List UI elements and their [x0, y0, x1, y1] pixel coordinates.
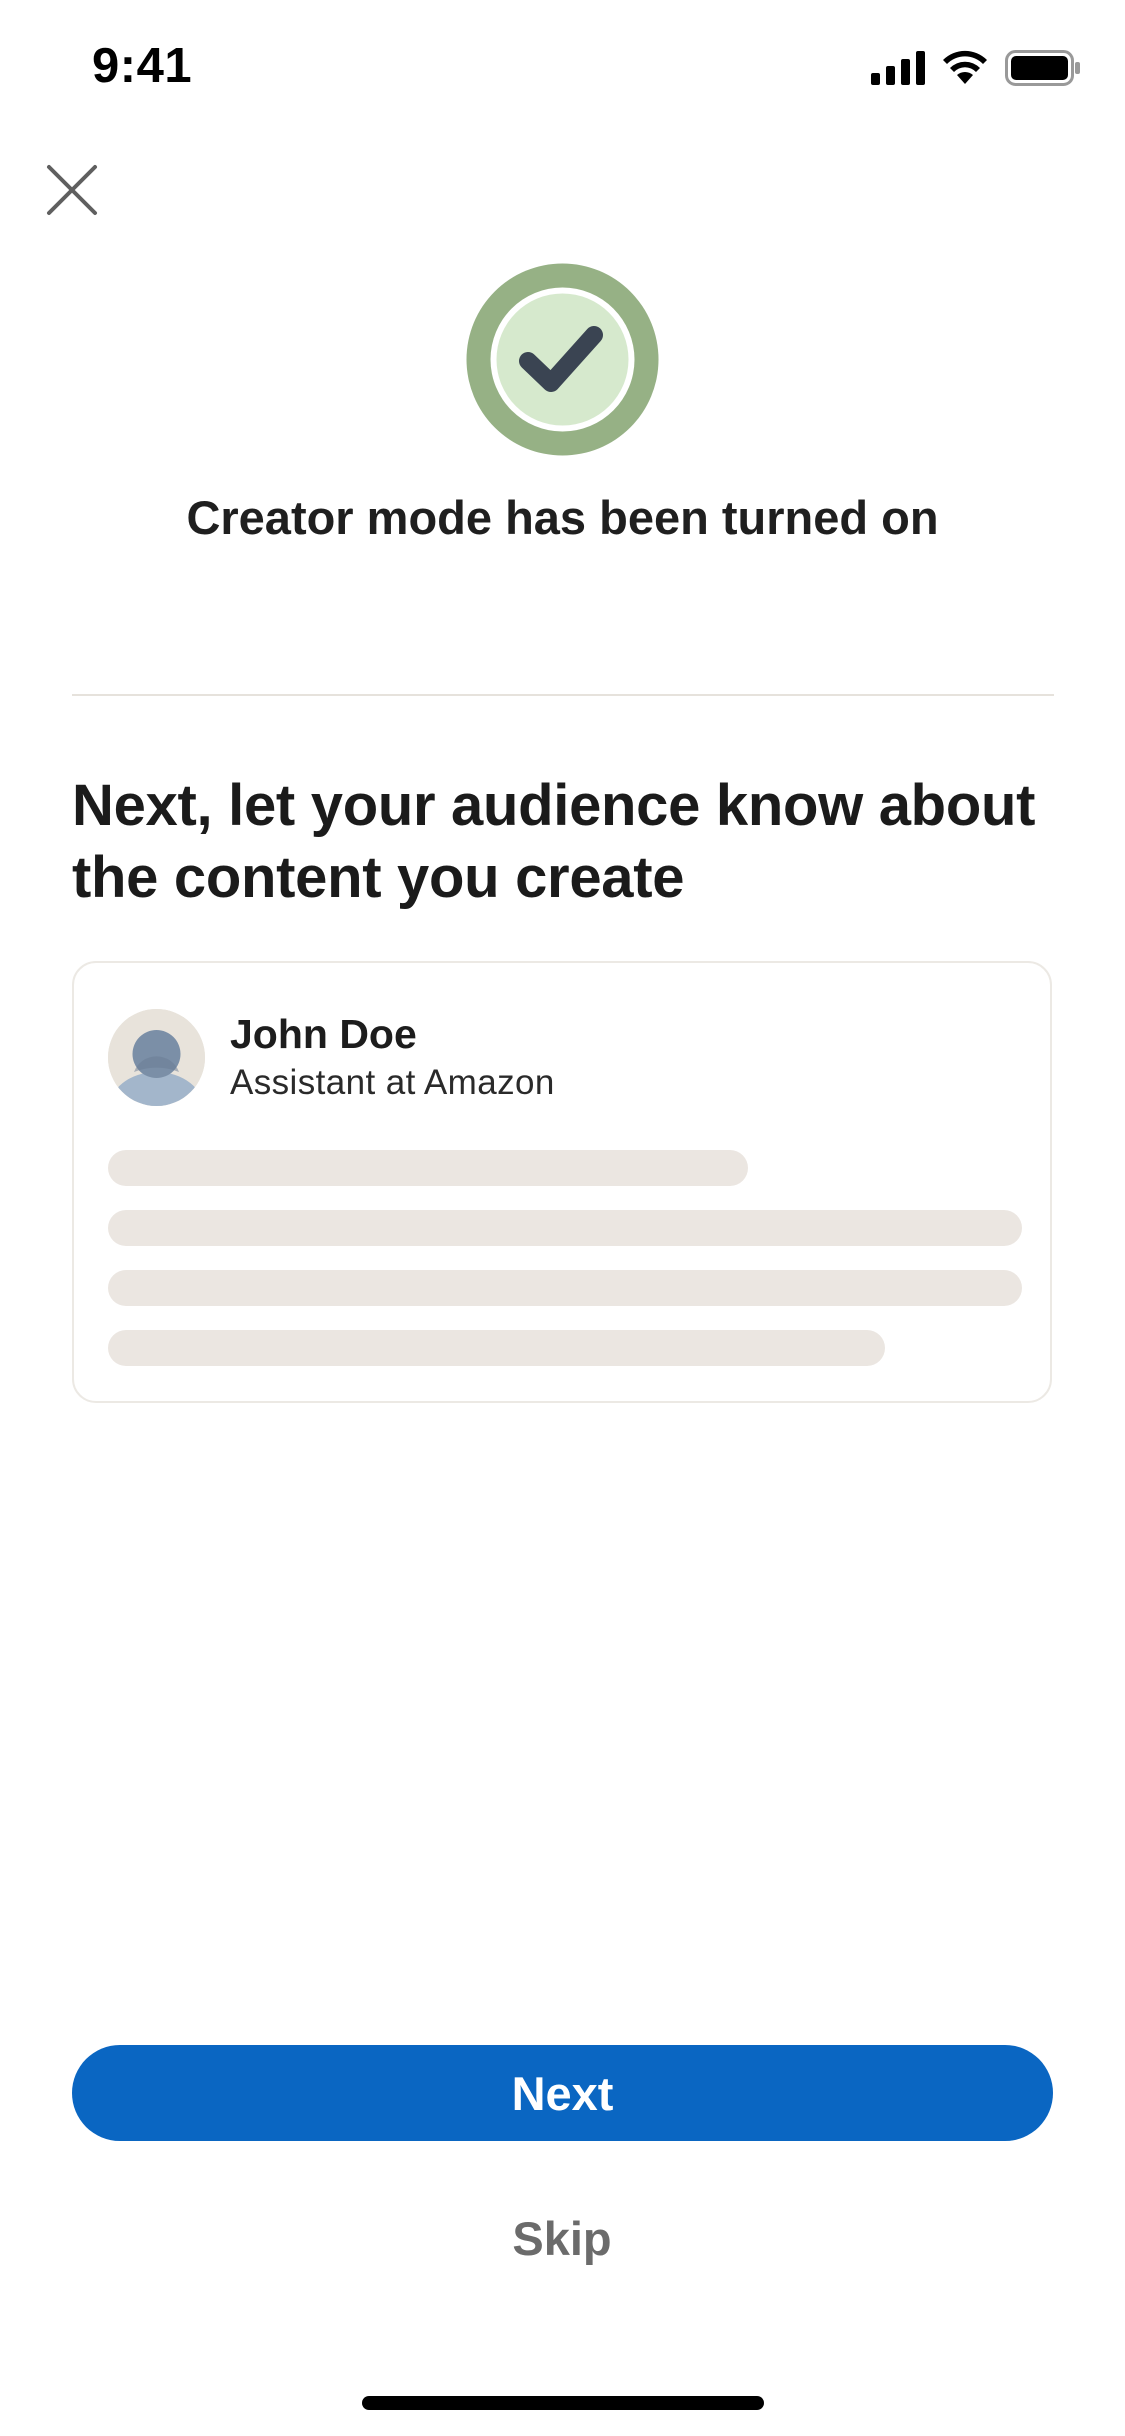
status-icons	[871, 49, 1081, 91]
next-button[interactable]: Next	[72, 2045, 1053, 2141]
profile-name: John Doe	[230, 1011, 417, 1057]
avatar	[108, 1009, 205, 1106]
skeleton-line	[108, 1270, 1022, 1306]
divider	[72, 694, 1054, 696]
wifi-icon	[941, 50, 989, 91]
skeleton-line	[108, 1330, 885, 1366]
close-button[interactable]	[40, 160, 104, 224]
checkmark-icon	[466, 263, 659, 456]
success-badge	[466, 263, 659, 456]
confirmation-title: Creator mode has been turned on	[186, 491, 939, 544]
status-bar: 9:41	[0, 0, 1125, 132]
battery-icon	[1005, 49, 1081, 91]
skip-button[interactable]: Skip	[412, 2200, 712, 2276]
skeleton-line	[108, 1210, 1022, 1246]
skeleton-line	[108, 1150, 748, 1186]
cellular-signal-icon	[871, 50, 925, 90]
profile-headline: Assistant at Amazon	[230, 1063, 555, 1102]
home-indicator	[362, 2396, 764, 2410]
close-icon	[45, 163, 99, 222]
profile-preview-card: John Doe Assistant at Amazon	[72, 961, 1052, 1403]
page-headline: Next, let your audience know about the c…	[72, 773, 1036, 910]
default-avatar-icon	[108, 1009, 205, 1106]
status-time: 9:41	[92, 39, 193, 93]
